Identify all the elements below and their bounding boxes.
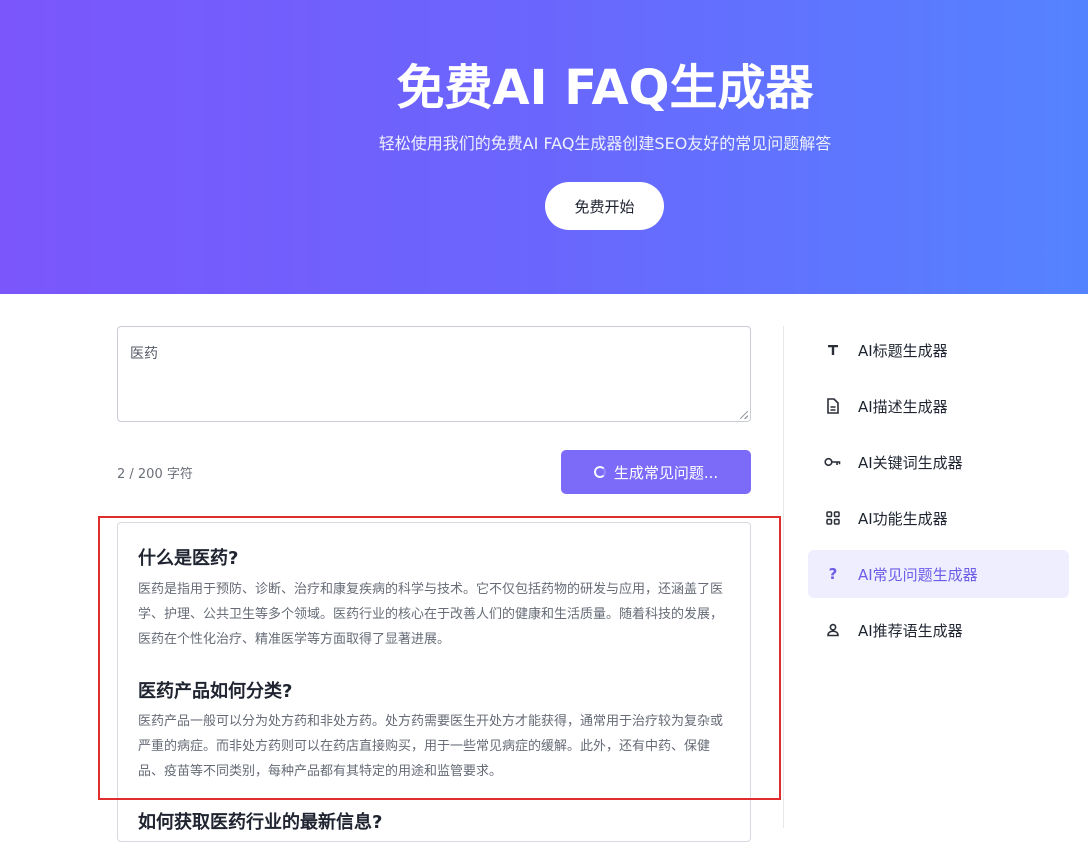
question-icon: ? — [828, 565, 838, 583]
sidebar-item-feature-generator[interactable]: AI功能生成器 — [808, 494, 1069, 542]
sidebar-item-label: AI标题生成器 — [858, 341, 948, 360]
key-icon — [824, 453, 842, 471]
sidebar-item-keyword-generator[interactable]: AI关键词生成器 — [808, 438, 1069, 486]
document-icon — [824, 397, 842, 415]
sidebar-item-label: AI功能生成器 — [858, 509, 948, 528]
hero-subtitle: 轻松使用我们的免费AI FAQ生成器创建SEO友好的常见问题解答 — [378, 134, 832, 153]
highlight-annotation — [98, 516, 781, 800]
start-free-button[interactable]: 免费开始 — [545, 182, 664, 230]
generate-faq-label: 生成常见问题... — [613, 463, 719, 482]
grid-icon — [824, 509, 842, 527]
sidebar-item-label: AI常见问题生成器 — [858, 565, 978, 584]
title-icon — [824, 341, 842, 359]
hero-banner: 免费AI FAQ生成器 轻松使用我们的免费AI FAQ生成器创建SEO友好的常见… — [0, 0, 1088, 294]
sidebar-item-testimonial-generator[interactable]: AI推荐语生成器 — [808, 606, 1069, 654]
generate-faq-button[interactable]: 生成常见问题... — [561, 450, 751, 494]
hero-title: 免费AI FAQ生成器 — [396, 60, 814, 116]
sidebar-item-label: AI关键词生成器 — [858, 453, 963, 472]
sidebar-item-description-generator[interactable]: AI描述生成器 — [808, 382, 1069, 430]
sidebar-item-label: AI描述生成器 — [858, 397, 948, 416]
topic-input[interactable]: 医药 — [117, 326, 751, 422]
sidebar-divider — [783, 326, 784, 828]
faq-question: 如何获取医药行业的最新信息? — [138, 812, 383, 833]
user-icon — [824, 621, 842, 639]
character-counter: 2 / 200 字符 — [117, 467, 193, 482]
resize-handle-icon[interactable] — [740, 411, 748, 419]
sidebar-item-label: AI推荐语生成器 — [858, 621, 963, 640]
sidebar-item-title-generator[interactable]: AI标题生成器 — [808, 326, 1069, 374]
loading-spinner-icon — [593, 466, 606, 478]
topic-input-value: 医药 — [130, 346, 158, 362]
sidebar-item-faq-generator[interactable]: ? AI常见问题生成器 — [808, 550, 1069, 598]
